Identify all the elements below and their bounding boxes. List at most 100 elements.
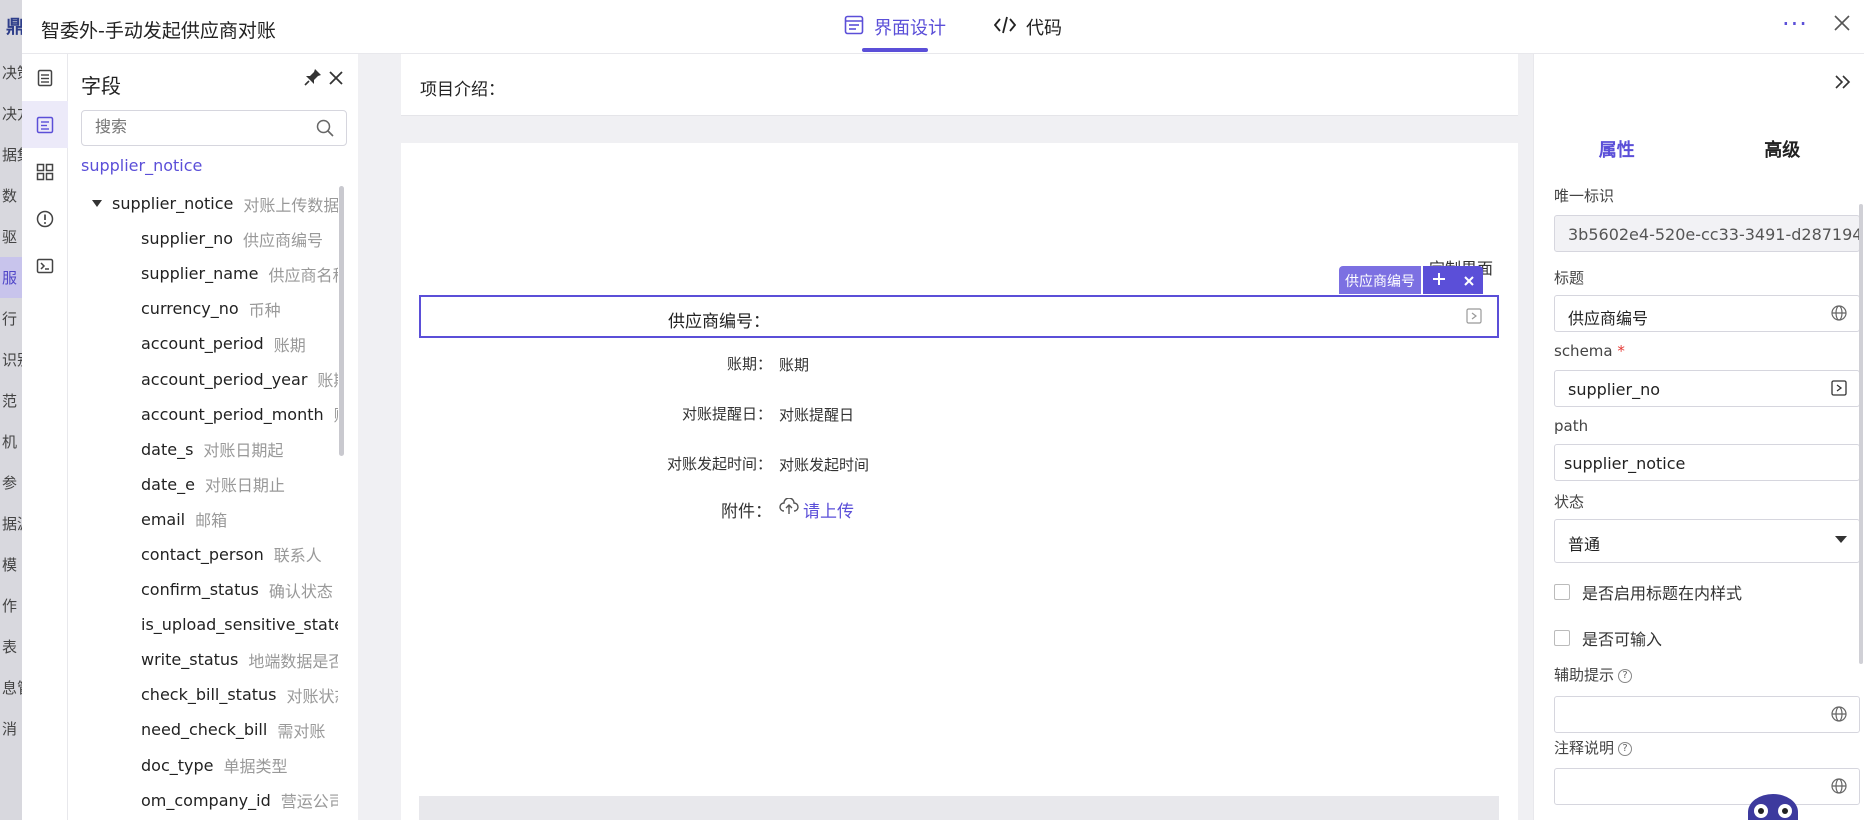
inline-title-checkbox[interactable]: 是否启用标题在内样式	[1554, 580, 1742, 604]
search-icon[interactable]	[316, 119, 334, 141]
chevron-down-icon	[1835, 536, 1847, 543]
field-key: account_period	[141, 334, 264, 354]
tree-field-item[interactable]: om_company_id 营运公司编	[68, 783, 338, 818]
field-key: is_upload_sensitive_state	[141, 615, 338, 635]
close-panel-icon[interactable]	[328, 70, 344, 90]
background-menu-item: 数	[2, 187, 18, 205]
inputable-checkbox[interactable]: 是否可输入	[1554, 626, 1662, 650]
modal-header: 智委外-手动发起供应商对账 界面设计 代码 ···	[22, 0, 1864, 54]
tree-field-item[interactable]: account_period 账期	[68, 326, 338, 361]
pin-icon[interactable]	[304, 68, 322, 90]
status-select[interactable]: 普通	[1554, 519, 1860, 563]
terminal-icon[interactable]	[22, 242, 68, 289]
status-label: 状态	[1554, 493, 1585, 511]
tree-field-item[interactable]: is_upload_sensitive_state是否	[68, 607, 338, 642]
field-description: 邮箱	[195, 511, 228, 531]
tree-field-item[interactable]: check_bill_status 对账状态	[68, 677, 338, 712]
close-icon[interactable]	[1833, 14, 1851, 36]
form-row: 对账提醒日： 对账提醒日	[419, 398, 1499, 428]
background-menu-item: 消	[2, 720, 18, 738]
delete-icon[interactable]	[1464, 271, 1474, 290]
form-row-value[interactable]: 对账提醒日	[779, 404, 854, 425]
globe-icon[interactable]	[1831, 305, 1847, 325]
tree-field-item[interactable]: confirm_status 确认状态	[68, 572, 338, 607]
caret-down-icon[interactable]	[92, 200, 102, 208]
form-row: 对账发起时间： 对账发起时间	[419, 448, 1499, 478]
form-icon[interactable]	[22, 101, 68, 148]
attachment-row: 附件： 请上传	[419, 495, 1499, 525]
path-field[interactable]: supplier_notice	[1554, 444, 1860, 481]
tree-field-item[interactable]: supplier_no 供应商编号	[68, 221, 338, 256]
more-menu-button[interactable]: ···	[1782, 10, 1808, 38]
collapse-panel-icon[interactable]	[1834, 74, 1852, 94]
background-menu-item: 作	[2, 597, 18, 615]
tab-ui-design[interactable]: 界面设计	[832, 0, 958, 54]
hint-field[interactable]	[1554, 696, 1860, 733]
tab-code[interactable]: 代码	[982, 0, 1074, 54]
globe-icon[interactable]	[1831, 706, 1847, 726]
move-icon[interactable]	[1432, 271, 1446, 290]
properties-scrollbar[interactable]	[1859, 204, 1863, 664]
checkbox-box[interactable]	[1554, 584, 1570, 600]
schema-field[interactable]: supplier_no	[1554, 370, 1860, 407]
form-row-value[interactable]: 账期	[779, 354, 809, 375]
view-tabs: 界面设计 代码	[832, 0, 1098, 54]
tree-field-item[interactable]: doc_type 单据类型	[68, 748, 338, 783]
note-field[interactable]	[1554, 768, 1860, 805]
form-row-label: 对账发起时间：	[666, 455, 772, 473]
field-description: 币种	[248, 300, 281, 320]
components-icon[interactable]	[22, 148, 68, 195]
field-description: 地端数据是否写	[248, 651, 338, 671]
tree-field-item[interactable]: email 邮箱	[68, 502, 338, 537]
search-input[interactable]	[82, 111, 302, 145]
tree-field-item[interactable]: supplier_name 供应商名称	[68, 256, 338, 291]
fields-scrollbar[interactable]	[339, 186, 344, 456]
tree-field-item[interactable]: date_e 对账日期止	[68, 467, 338, 502]
field-tree: supplier_notice 对账上传数据 supplier_no 供应商编号 sup…	[68, 186, 338, 818]
checkbox-box[interactable]	[1554, 630, 1570, 646]
field-expand-icon[interactable]	[1466, 308, 1482, 328]
schema-value: supplier_no	[1568, 380, 1661, 399]
tree-field-item[interactable]: contact_person 联系人	[68, 537, 338, 572]
field-key: check_bill_status	[141, 685, 277, 705]
supplier-no-field-label: 供应商编号：	[668, 312, 770, 332]
status-value: 普通	[1568, 535, 1601, 554]
unique-id-field: 3b5602e4-520e-cc33-3491-d2871947d	[1554, 215, 1860, 252]
globe-icon[interactable]	[1831, 778, 1847, 798]
project-intro-bar: 项目介绍：	[401, 54, 1518, 116]
title-field[interactable]: 供应商编号	[1554, 295, 1860, 332]
tree-field-item[interactable]: write_status 地端数据是否写	[68, 642, 338, 677]
tree-field-item[interactable]: currency_no 币种	[68, 291, 338, 326]
schema-label: schema *	[1554, 342, 1625, 360]
tree-field-item[interactable]: account_period_month 账期月	[68, 397, 338, 432]
note-label: 注释说明?	[1554, 737, 1633, 758]
field-key: email	[141, 509, 186, 529]
tree-field-item[interactable]: need_check_bill 需对账	[68, 712, 338, 747]
field-key: account_period_year	[141, 369, 308, 389]
field-description: 账期	[273, 335, 306, 355]
tab-properties[interactable]: 属性	[1534, 130, 1700, 170]
field-description: 对账上传数据	[243, 195, 338, 215]
form-card: 定制界面 供应商编号 供应商编号：	[401, 143, 1518, 820]
tree-field-item[interactable]: account_period_year 账期年	[68, 361, 338, 396]
expand-icon[interactable]	[1831, 380, 1847, 400]
document-icon[interactable]	[22, 54, 68, 101]
tab-advanced[interactable]: 高级	[1700, 130, 1864, 170]
inputable-checkbox-label: 是否可输入	[1582, 630, 1663, 649]
attachment-label: 附件：	[721, 502, 772, 522]
background-menu-item: 服	[0, 257, 22, 298]
root-schema-link[interactable]: supplier_notice	[81, 156, 202, 175]
field-key: supplier_no	[141, 229, 234, 249]
alert-icon[interactable]	[22, 195, 68, 242]
tree-group[interactable]: supplier_notice 对账上传数据	[68, 186, 338, 221]
tree-field-item[interactable]: date_s 对账日期起	[68, 432, 338, 467]
form-row-value[interactable]: 对账发起时间	[779, 454, 869, 475]
background-menu-item: 参	[2, 474, 18, 492]
selected-field-tag: 供应商编号	[1339, 266, 1483, 294]
help-icon[interactable]: ?	[1618, 741, 1633, 756]
upload-button[interactable]: 请上传	[779, 497, 854, 522]
background-menu-item: 模	[2, 556, 18, 574]
hint-label-text: 辅助提示	[1554, 666, 1615, 684]
selected-form-field[interactable]: 供应商编号：	[419, 295, 1499, 338]
help-icon[interactable]: ?	[1618, 668, 1633, 683]
